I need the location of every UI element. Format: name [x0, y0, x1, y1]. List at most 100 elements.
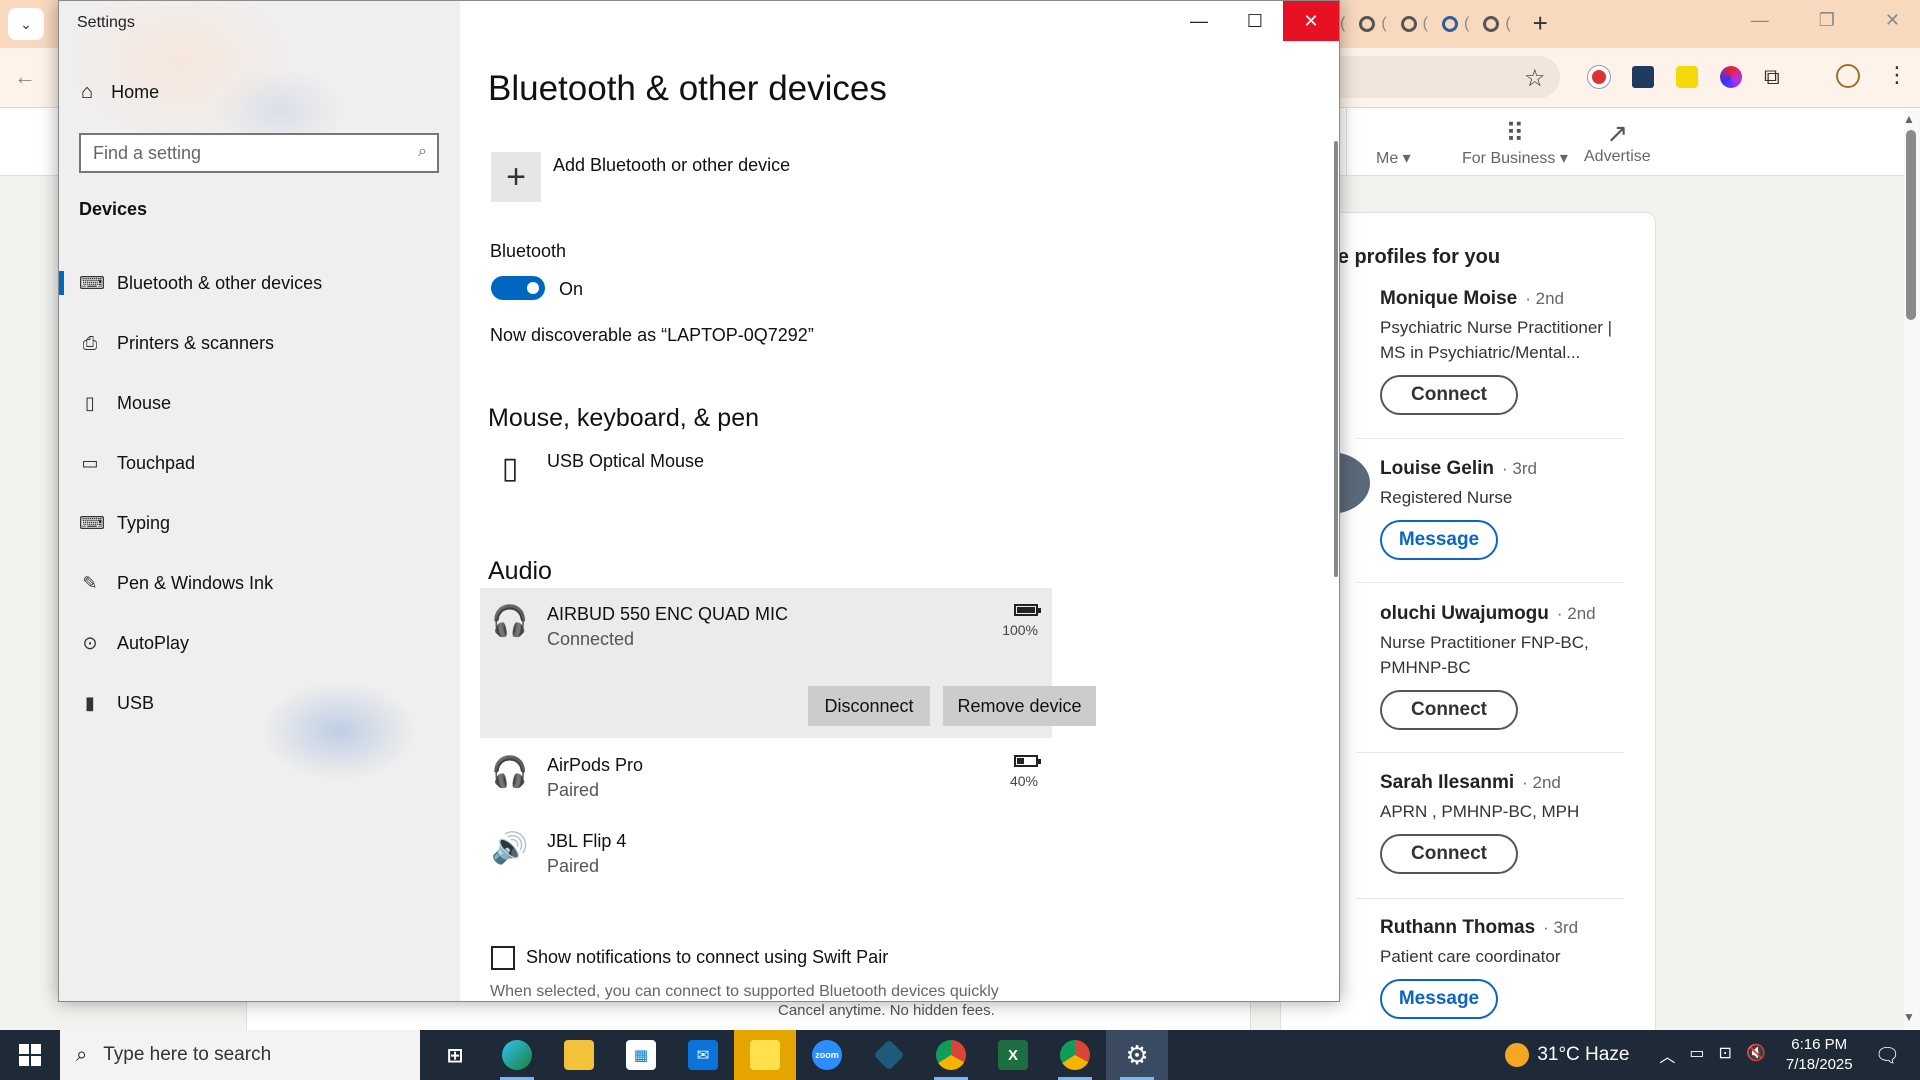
network-icon[interactable]: ⊡	[1719, 1043, 1732, 1067]
connect-button[interactable]: Connect	[1380, 375, 1518, 415]
task-view-button[interactable]: ⊞	[424, 1030, 486, 1080]
person-name[interactable]: Sarah Ilesanmi	[1380, 772, 1514, 793]
close-icon[interactable]: ✕	[1885, 10, 1900, 31]
bluetooth-toggle[interactable]	[491, 276, 545, 300]
browser-tab[interactable]: (	[1441, 15, 1469, 33]
taskbar-app-diamond[interactable]	[858, 1030, 920, 1080]
swift-pair-label[interactable]: Show notifications to connect using Swif…	[526, 947, 888, 968]
divider	[1356, 582, 1624, 583]
scroll-down-arrow-icon[interactable]: ▼	[1903, 1010, 1915, 1024]
person-name[interactable]: oluchi Uwajumogu	[1380, 603, 1549, 624]
sidebar-item-printers[interactable]: ⎙ Printers & scanners	[59, 319, 460, 367]
more-menu-icon[interactable]: ⋮	[1886, 62, 1908, 88]
sidebar-item-pen[interactable]: ✎ Pen & Windows Ink	[59, 559, 460, 607]
person-name[interactable]: Louise Gelin	[1380, 458, 1494, 479]
message-button[interactable]: Message	[1380, 520, 1498, 560]
bookmark-star-icon[interactable]: ☆	[1524, 64, 1546, 93]
connect-button[interactable]: Connect	[1380, 834, 1518, 874]
device-name: AirPods Pro	[547, 755, 644, 775]
person-suggestion: Louise Gelin · 3rd Registered Nurse Messa…	[1380, 458, 1630, 560]
taskbar-chrome-profile[interactable]	[1044, 1030, 1106, 1080]
sidebar-item-touchpad[interactable]: ▭ Touchpad	[59, 439, 460, 487]
weather-widget[interactable]: 31°C Haze	[1505, 1043, 1629, 1067]
home-nav-item[interactable]: ⌂ Home	[81, 81, 159, 104]
extension-icon[interactable]	[1632, 66, 1654, 88]
bluetooth-state: On	[559, 279, 584, 299]
swift-pair-checkbox[interactable]	[491, 946, 515, 970]
volume-muted-icon[interactable]: 🔇	[1746, 1043, 1766, 1067]
footer-text: Cancel anytime. No hidden fees.	[778, 1002, 995, 1019]
device-airpods[interactable]: 🎧 AirPods Pro Paired 40%	[490, 755, 1050, 805]
back-arrow-icon[interactable]: ←	[14, 64, 36, 90]
sidebar-item-label: Touchpad	[117, 452, 196, 473]
taskbar-file-explorer[interactable]	[548, 1030, 610, 1080]
taskbar-search[interactable]: ⌕ Type here to search	[60, 1030, 420, 1080]
close-button[interactable]: ✕	[1283, 1, 1339, 41]
speaker-icon: 🔊	[491, 832, 529, 865]
battery-indicator: 40%	[1009, 755, 1041, 789]
taskbar-mail[interactable]: ✉	[672, 1030, 734, 1080]
sidebar-item-label: Printers & scanners	[117, 332, 275, 353]
person-name[interactable]: Monique Moise	[1380, 288, 1517, 309]
new-tab-button[interactable]: +	[1533, 8, 1548, 39]
notification-icon[interactable]: 🗨	[1875, 1043, 1900, 1068]
device-name: JBL Flip 4	[547, 831, 627, 851]
taskbar-chrome[interactable]	[920, 1030, 982, 1080]
nav-for-business[interactable]: ⠿ For Business ▾	[1462, 118, 1568, 168]
sidebar-item-typing[interactable]: ⌨ Typing	[59, 499, 460, 547]
taskbar-zoom[interactable]: zoom	[796, 1030, 858, 1080]
browser-tab[interactable]: (	[1359, 15, 1387, 33]
battery-icon[interactable]: ▭	[1689, 1043, 1704, 1067]
taskbar-excel[interactable]: X	[982, 1030, 1044, 1080]
device-name: AIRBUD 550 ENC QUAD MIC	[547, 604, 789, 624]
device-airbud[interactable]: 🎧 AIRBUD 550 ENC QUAD MIC Connected 100%	[490, 604, 1050, 654]
tab-search-button[interactable]: ⌄	[8, 8, 44, 40]
add-device-button[interactable]: +	[491, 152, 541, 202]
battery-percent: 40%	[1009, 773, 1038, 789]
extension-icon[interactable]	[1720, 66, 1742, 88]
profile-avatar-icon[interactable]	[1836, 64, 1860, 88]
close-icon: ✕	[1303, 10, 1319, 31]
search-icon: ⌕	[418, 143, 427, 160]
connect-button[interactable]: Connect	[1380, 690, 1518, 730]
puzzle-icon[interactable]: ⧉	[1764, 64, 1780, 90]
sidebar-item-autoplay[interactable]: ⊙ AutoPlay	[59, 619, 460, 667]
content-scrollbar[interactable]	[1334, 141, 1338, 577]
taskbar-apps: ⊞ ▦ ✉ zoom X ⚙	[424, 1030, 1168, 1080]
sidebar-item-bluetooth[interactable]: ⌨ Bluetooth & other devices	[59, 259, 460, 307]
device-usb-mouse[interactable]: ▯ USB Optical Mouse	[490, 451, 1050, 499]
minimize-button[interactable]: —	[1171, 1, 1227, 41]
extension-icon[interactable]	[1588, 66, 1610, 88]
restore-icon[interactable]: ❐	[1819, 10, 1835, 31]
battery-indicator: 100%	[1002, 604, 1041, 638]
browser-tab[interactable]: (	[1483, 15, 1511, 33]
remove-device-button[interactable]: Remove device	[943, 686, 1096, 726]
sidebar-item-usb[interactable]: ▮ USB	[59, 679, 460, 727]
page-scrollbar-thumb[interactable]	[1906, 130, 1916, 320]
clock[interactable]: 6:16 PM 7/18/2025	[1786, 1035, 1853, 1075]
nav-me[interactable]: Me ▾	[1376, 118, 1411, 168]
start-button[interactable]	[0, 1030, 60, 1080]
person-name[interactable]: Ruthann Thomas	[1380, 917, 1535, 938]
browser-tab[interactable]: (	[1340, 15, 1345, 33]
extensions-row: ⧉	[1588, 64, 1780, 90]
taskbar-store[interactable]: ▦	[610, 1030, 672, 1080]
browser-tab[interactable]: (	[1400, 15, 1428, 33]
message-button[interactable]: Message	[1380, 979, 1498, 1019]
sidebar-item-mouse[interactable]: ▯ Mouse	[59, 379, 460, 427]
find-setting-input[interactable]: Find a setting ⌕	[79, 133, 439, 173]
nav-advertise[interactable]: ↗ Advertise	[1584, 118, 1651, 166]
scroll-up-arrow-icon[interactable]: ▲	[1903, 112, 1915, 126]
device-jbl[interactable]: 🔊 JBL Flip 4 Paired	[490, 831, 1050, 881]
minimize-icon[interactable]: —	[1751, 10, 1769, 31]
maximize-button[interactable]: ☐	[1227, 1, 1283, 41]
add-device-label[interactable]: Add Bluetooth or other device	[553, 155, 790, 176]
chevron-down-icon: ⌄	[20, 15, 32, 32]
weather-text: 31°C Haze	[1537, 1044, 1630, 1065]
chevron-up-icon[interactable]: ︿	[1659, 1043, 1675, 1067]
taskbar-sticky-notes[interactable]	[734, 1030, 796, 1080]
extension-icon[interactable]	[1676, 66, 1698, 88]
taskbar-edge[interactable]	[486, 1030, 548, 1080]
disconnect-button[interactable]: Disconnect	[808, 686, 930, 726]
taskbar-settings[interactable]: ⚙	[1106, 1030, 1168, 1080]
